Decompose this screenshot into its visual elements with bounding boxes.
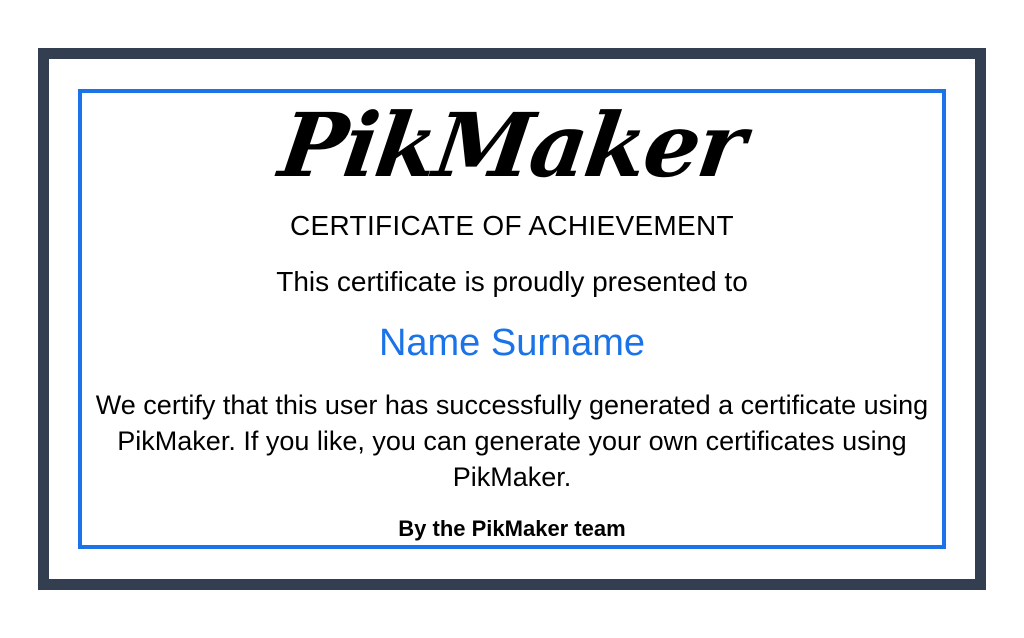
pikmaker-logo: PikMaker: [273, 93, 751, 197]
certificate-body-text: We certify that this user has successful…: [95, 390, 929, 492]
recipient-name: Name Surname: [378, 322, 646, 364]
certificate-content: PikMaker CERTIFICATE OF ACHIEVEMENT This…: [82, 93, 942, 545]
certificate-page: PikMaker CERTIFICATE OF ACHIEVEMENT This…: [0, 0, 1024, 638]
certificate-title: CERTIFICATE OF ACHIEVEMENT: [290, 210, 734, 241]
presented-to-text: This certificate is proudly presented to: [276, 266, 748, 297]
signature-line: By the PikMaker team: [398, 516, 626, 541]
